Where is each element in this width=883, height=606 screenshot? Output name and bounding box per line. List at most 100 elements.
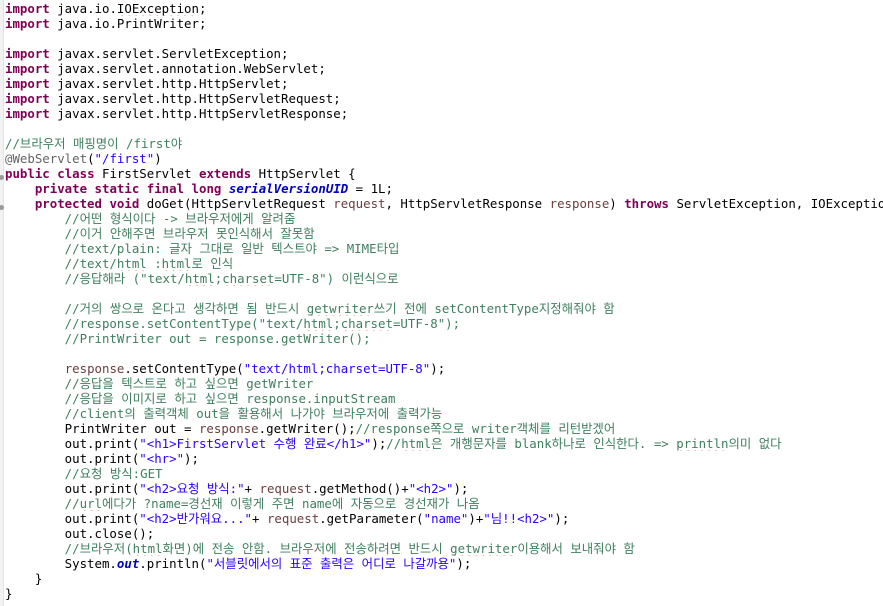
code-line[interactable] xyxy=(5,346,883,361)
code-line[interactable]: out.print("<h2>반가워요..."+ request.getPara… xyxy=(5,511,883,526)
code-token: "<h2>" xyxy=(408,481,454,496)
code-token: out.print( xyxy=(5,511,140,526)
code-line[interactable]: //브라우저 매핑명이 /first야 xyxy=(5,136,883,151)
code-line[interactable]: //response.setContentType("text/html;cha… xyxy=(5,316,883,331)
code-line[interactable]: protected void doGet(HttpServletRequest … xyxy=(5,196,883,211)
code-line[interactable]: import java.io.PrintWriter; xyxy=(5,16,883,31)
code-token: html xyxy=(116,256,147,271)
code-token: "<h1>FirstServlet 수행 완료</h1>" xyxy=(139,436,372,451)
code-token: .getWriter(); xyxy=(258,421,356,436)
code-line[interactable]: response.setContentType("text/html;chars… xyxy=(5,361,883,376)
code-line[interactable]: } xyxy=(5,571,883,586)
code-token: //브라우저( xyxy=(5,541,133,556)
code-line[interactable]: import java.io.IOException; xyxy=(5,1,883,16)
code-token: //PrintWriter out = response.getWriter()… xyxy=(5,331,371,346)
code-token: html xyxy=(161,256,192,271)
code-token: 로 인식 xyxy=(191,256,234,271)
code-token: 이용해서 보내줘야 함 xyxy=(517,541,635,556)
code-line[interactable]: //요청 방식:GET xyxy=(5,466,883,481)
code-token: "<h2>요청 방식:" xyxy=(139,481,245,496)
code-line[interactable]: import javax.servlet.http.HttpServletReq… xyxy=(5,91,883,106)
code-line[interactable]: //url에다가 ?name=경선재 이렇게 주면 name에 자동으로 경선재… xyxy=(5,496,883,511)
code-token: .println( xyxy=(139,556,207,571)
code-token: 은 개행문자를 blank하나로 인식한다. => xyxy=(431,436,677,451)
code-token: , HttpServletResponse xyxy=(385,196,550,211)
code-line[interactable]: out.print("<hr>"); xyxy=(5,451,883,466)
code-token: response xyxy=(549,196,610,211)
code-line[interactable]: //응답을 텍스트로 하고 싶으면 getWriter xyxy=(5,376,883,391)
code-token: "서블릿에서의 표준 출력은 어디로 나갈까용" xyxy=(206,556,457,571)
code-token: @WebServlet xyxy=(5,151,88,166)
code-token: ) xyxy=(154,151,162,166)
code-line[interactable]: //어떤 형식이다 -> 브라우저에게 알려줌 xyxy=(5,211,883,226)
editor-gutter xyxy=(0,0,4,606)
code-token: //응답을 텍스트로 하고 싶으면 getWriter xyxy=(5,376,314,391)
code-line[interactable]: //거의 쌍으로 온다고 생각하면 됨 반드시 getwriter쓰기 전에 s… xyxy=(5,301,883,316)
code-token: //거의 쌍으로 온다고 생각하면 됨 반드시 xyxy=(5,301,307,316)
code-token: "/first" xyxy=(94,151,155,166)
code-editor[interactable]: import java.io.IOException; import java.i… xyxy=(0,0,883,606)
code-token: import xyxy=(5,106,50,121)
code-token: //응답해라 ("text/ xyxy=(5,271,185,286)
code-token: out.close(); xyxy=(5,526,155,541)
code-token: static xyxy=(94,181,140,196)
code-token: import xyxy=(5,16,50,31)
code-line[interactable]: //PrintWriter out = response.getWriter()… xyxy=(5,331,883,346)
code-line[interactable]: out.print("<h2>요청 방식:"+ request.getMetho… xyxy=(5,481,883,496)
code-token: "님!!<h2>" xyxy=(483,511,555,526)
code-line[interactable]: private static final long serialVersionU… xyxy=(5,181,883,196)
code-token: private xyxy=(34,181,88,196)
code-line[interactable]: //응답해라 ("text/html;charset=UTF-8") 이런식으로 xyxy=(5,271,883,286)
code-line[interactable]: //이거 안해주면 브라우저 못인식해서 잘못함 xyxy=(5,226,883,241)
code-token: "<h2>반가워요..." xyxy=(139,511,253,526)
code-line[interactable]: import javax.servlet.annotation.WebServl… xyxy=(5,61,883,76)
code-line[interactable]: //text/plain: 글자 그대로 일반 텍스트야 => MIME타입 xyxy=(5,241,883,256)
code-line[interactable]: //응답을 이미지로 하고 싶으면 response.inputStream xyxy=(5,391,883,406)
code-line[interactable] xyxy=(5,121,883,136)
code-token: javax.servlet.http.HttpServletRequest; xyxy=(49,91,341,106)
code-token: //요청 방식:GET xyxy=(5,466,163,481)
code-line[interactable]: @WebServlet("/first") xyxy=(5,151,883,166)
code-line[interactable]: public class FirstServlet extends HttpSe… xyxy=(5,166,883,181)
code-line[interactable]: out.close(); xyxy=(5,526,883,541)
code-token: out xyxy=(116,556,140,571)
code-token: : xyxy=(146,256,162,271)
code-line[interactable] xyxy=(5,286,883,301)
code-token: url xyxy=(79,496,102,511)
code-token: ; xyxy=(198,1,207,16)
code-line[interactable]: } xyxy=(5,586,883,601)
fold-marker-icon[interactable] xyxy=(0,205,4,210)
code-line[interactable]: import javax.servlet.ServletException; xyxy=(5,46,883,61)
code-token: public xyxy=(5,166,50,181)
code-line[interactable]: import javax.servlet.http.HttpServlet; xyxy=(5,76,883,91)
code-token: long xyxy=(191,181,222,196)
code-token: response xyxy=(198,421,259,436)
code-token: charset xyxy=(340,316,393,331)
code-line[interactable]: System.out.println("서블릿에서의 표준 출력은 어디로 나갈… xyxy=(5,556,883,571)
code-line[interactable]: out.print("<h1>FirstServlet 수행 완료</h1>")… xyxy=(5,436,883,451)
code-line[interactable]: //브라우저(html화면)에 전송 안함. 브라우저에 전송하려면 반드시 g… xyxy=(5,541,883,556)
code-token: 쓰기 전에 setContentType지정해줘야 함 xyxy=(373,301,615,316)
fold-marker-icon[interactable] xyxy=(0,175,4,180)
code-line[interactable]: import javax.servlet.http.HttpServletRes… xyxy=(5,106,883,121)
code-token: javax.servlet.http.HttpServlet; xyxy=(49,76,289,91)
code-token: response xyxy=(64,361,125,376)
code-token: .getMethod()+ xyxy=(311,481,409,496)
code-token: extends xyxy=(198,166,252,181)
code-token: HttpServlet { xyxy=(251,166,356,181)
code-line[interactable]: PrintWriter out = response.getWriter();/… xyxy=(5,421,883,436)
code-line[interactable]: //client의 출력객체 out을 활용해서 나가야 브라우저에 출력가능 xyxy=(5,406,883,421)
code-token: out.print( xyxy=(5,481,140,496)
code-line[interactable]: //text/html :html로 인식 xyxy=(5,256,883,271)
code-token: import xyxy=(5,46,50,61)
code-token: import xyxy=(5,76,50,91)
code-token: import xyxy=(5,61,50,76)
code-token: request xyxy=(259,481,312,496)
code-line[interactable] xyxy=(5,31,883,46)
code-token: doGet(HttpServletRequest xyxy=(139,196,334,211)
code-area[interactable]: import java.io.IOException; import java.i… xyxy=(5,1,883,601)
code-token: //response.setContentType("text/ xyxy=(5,316,304,331)
